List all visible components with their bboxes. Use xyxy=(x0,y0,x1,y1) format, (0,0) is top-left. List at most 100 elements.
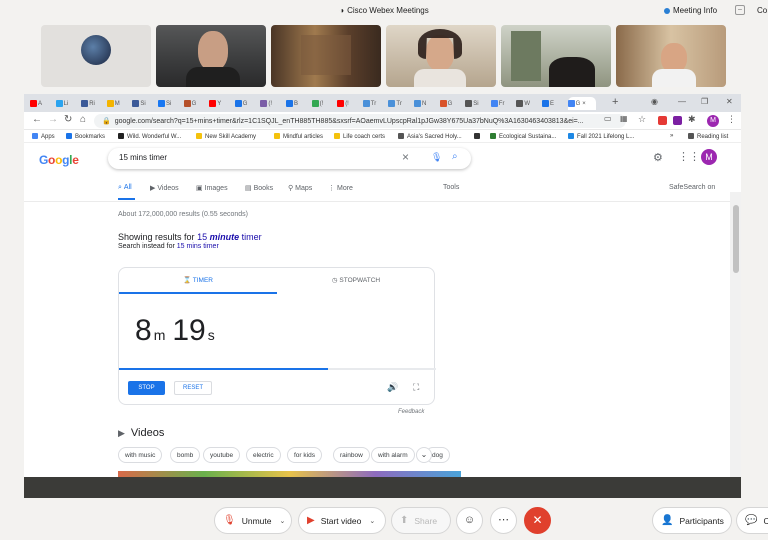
safesearch-toggle[interactable]: SafeSearch on xyxy=(669,184,715,191)
bookmark-item[interactable]: Ecological Sustaina... xyxy=(490,133,556,140)
browser-tab[interactable]: Y xyxy=(209,97,225,110)
cast-icon[interactable]: ▭ xyxy=(604,114,612,123)
menu-kebab-icon[interactable]: ⋮ xyxy=(727,114,736,125)
reset-button[interactable]: RESET xyxy=(174,381,212,395)
home-icon[interactable]: ⌂ xyxy=(80,114,86,125)
video-filter-chip[interactable]: for kids xyxy=(287,447,322,463)
participant-thumbnail-5[interactable] xyxy=(501,25,611,87)
corrected-query-link[interactable]: 15 minute timer xyxy=(197,232,262,242)
browser-tab[interactable]: Li xyxy=(55,97,72,110)
timer-display[interactable]: 8 m 19 s xyxy=(135,314,222,348)
qr-icon[interactable]: ▦ xyxy=(620,114,628,123)
browser-tab[interactable]: W xyxy=(516,97,532,110)
restore-window-button[interactable]: ❐ xyxy=(701,97,708,106)
participants-button[interactable]: 👤 Participants xyxy=(652,507,732,534)
omnibox[interactable]: 🔒 google.com/search?q=15+mins+timer&rlz=1… xyxy=(94,114,626,128)
participant-thumbnail-1[interactable] xyxy=(41,25,151,87)
video-filter-chip[interactable]: bomb xyxy=(170,447,201,463)
browser-tab[interactable]: N xyxy=(414,97,430,110)
scrollbar-thumb[interactable] xyxy=(733,205,739,273)
meeting-info-button[interactable]: Meeting Info xyxy=(664,6,717,15)
new-tab-button[interactable]: + xyxy=(612,96,618,108)
bookmarks-overflow[interactable]: » xyxy=(670,133,673,139)
share-button[interactable]: ⬆ Share xyxy=(391,507,451,534)
minimize-button[interactable]: – xyxy=(735,5,745,15)
browser-tab[interactable]: Ri xyxy=(81,97,97,110)
tab-more[interactable]: ⋮ More xyxy=(328,184,353,192)
apps-grid-icon[interactable]: ⋮⋮ xyxy=(678,150,700,163)
chips-expand-button[interactable]: ⌄ xyxy=(416,447,432,463)
browser-tab[interactable]: G xyxy=(234,97,251,110)
browser-tab[interactable]: Si xyxy=(132,97,148,110)
tab-images[interactable]: ▣ Images xyxy=(196,184,228,192)
feedback-link[interactable]: Feedback xyxy=(398,409,424,415)
close-tab-icon[interactable]: × xyxy=(582,101,586,107)
original-query-link[interactable]: 15 mins timer xyxy=(177,243,219,250)
browser-tab[interactable]: G xyxy=(439,97,456,110)
reload-icon[interactable]: ↻ xyxy=(64,114,72,125)
volume-icon[interactable]: 🔊 xyxy=(387,382,398,393)
fullscreen-icon[interactable]: ⛶ xyxy=(413,382,419,393)
clear-icon[interactable]: × xyxy=(402,150,409,164)
video-filter-chip[interactable]: rainbow xyxy=(333,447,370,463)
unmute-button[interactable]: 🎙 Unmute ⌄ xyxy=(214,507,292,534)
bookmark-item[interactable]: Mindful articles xyxy=(274,133,323,140)
adblock-extension-icon[interactable] xyxy=(658,116,667,125)
search-box[interactable]: 15 mins timer × 🎙 ⌕ xyxy=(108,148,471,169)
leave-meeting-button[interactable]: ✕ xyxy=(524,507,551,534)
tab-all[interactable]: ⌕ All xyxy=(118,184,132,192)
tab-videos[interactable]: ▶ Videos xyxy=(150,184,179,192)
back-icon[interactable]: ← xyxy=(32,114,42,125)
bookmark-item[interactable]: Bookmarks xyxy=(66,133,105,140)
participant-thumbnail-3[interactable] xyxy=(271,25,381,87)
profile-avatar[interactable]: M xyxy=(707,115,719,127)
tab-maps[interactable]: ⚲ Maps xyxy=(288,184,312,192)
tab-timer[interactable]: ⌛ TIMER xyxy=(119,268,277,293)
google-account-avatar[interactable]: M xyxy=(701,149,717,165)
browser-tab[interactable]: M xyxy=(106,97,123,110)
browser-tab[interactable]: (! xyxy=(311,97,328,110)
more-options-button[interactable]: ⋯ xyxy=(490,507,517,534)
search-query[interactable]: 15 mins timer xyxy=(119,153,167,162)
browser-tab[interactable]: Fr xyxy=(490,97,507,110)
bookmark-item[interactable]: Life coach certs xyxy=(334,133,385,140)
close-window-button[interactable]: ✕ xyxy=(726,97,733,106)
bookmark-item[interactable]: Fall 2021 Lifelong L... xyxy=(568,133,634,140)
browser-tab[interactable]: G × xyxy=(567,97,596,110)
bookmark-item[interactable]: New Skill Academy xyxy=(196,133,256,140)
tab-books[interactable]: ▤ Books xyxy=(245,184,273,192)
chat-button[interactable]: 💬Ch xyxy=(736,507,768,534)
bookmark-item[interactable] xyxy=(474,133,483,140)
bookmark-star-icon[interactable]: ☆ xyxy=(638,114,646,125)
tools-button[interactable]: Tools xyxy=(443,184,459,191)
video-filter-chip[interactable]: with alarm xyxy=(371,447,415,463)
browser-tab[interactable]: (! xyxy=(337,97,353,110)
minimize-window-button[interactable]: — xyxy=(678,97,686,106)
participant-thumbnail-4[interactable] xyxy=(386,25,496,87)
reading-list-button[interactable]: Reading list xyxy=(688,133,728,140)
search-icon[interactable]: ⌕ xyxy=(452,151,458,162)
settings-gear-icon[interactable]: ⚙ xyxy=(653,151,663,164)
forward-icon[interactable]: → xyxy=(48,114,58,125)
browser-tab[interactable]: B xyxy=(286,97,302,110)
browser-tab[interactable]: Si xyxy=(158,97,174,110)
bookmark-item[interactable]: Asia's Sacred Holy... xyxy=(398,133,462,140)
chevron-down-icon[interactable]: ⌄ xyxy=(369,517,375,525)
bookmark-item[interactable]: Apps xyxy=(32,133,55,140)
browser-tab[interactable]: A xyxy=(30,97,46,110)
start-video-button[interactable]: ▶ Start video ⌄ xyxy=(298,507,386,534)
video-filter-chip[interactable]: with music xyxy=(118,447,163,463)
participant-thumbnail-6[interactable] xyxy=(616,25,726,87)
puzzle-extensions-icon[interactable]: ✱ xyxy=(688,114,696,125)
chevron-down-icon[interactable]: ⌄ xyxy=(279,517,285,525)
participant-thumbnail-2[interactable] xyxy=(156,25,266,87)
browser-tab[interactable]: Si xyxy=(465,97,481,110)
browser-tab[interactable]: (! xyxy=(260,97,276,110)
reactions-button[interactable]: ☺ xyxy=(456,507,483,534)
browser-tab[interactable]: E xyxy=(542,97,558,110)
record-icon[interactable]: ◉ xyxy=(651,97,658,106)
browser-tab[interactable]: Tr xyxy=(362,97,379,110)
mic-icon[interactable]: 🎙 xyxy=(431,152,442,163)
bookmark-item[interactable]: Wild. Wonderful W... xyxy=(118,133,181,140)
stop-button[interactable]: STOP xyxy=(128,381,165,395)
